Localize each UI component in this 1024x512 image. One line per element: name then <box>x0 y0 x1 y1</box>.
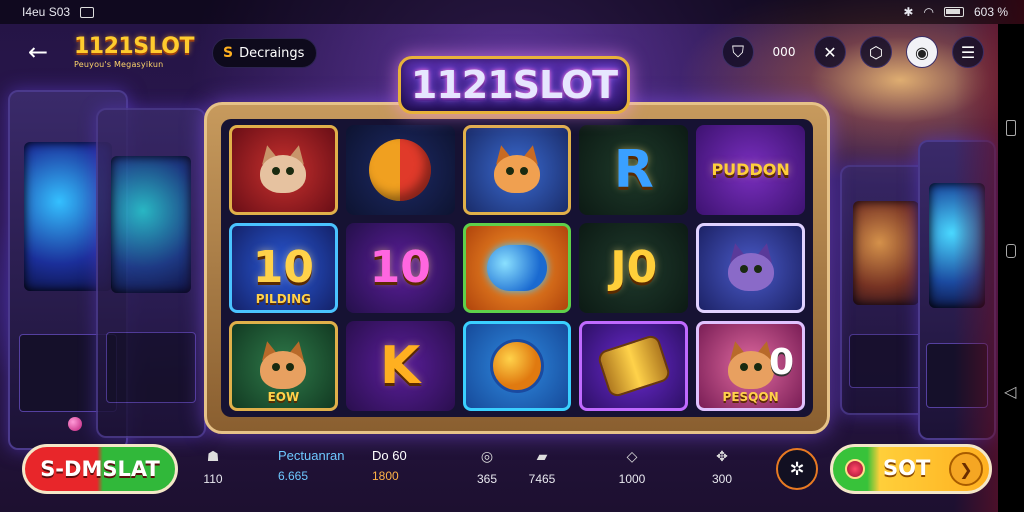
back-triangle-icon[interactable]: ◁ <box>1004 382 1016 401</box>
reels-frame: R PUDDON 10 PILDING 10 J0 EOW K PESQON 0 <box>204 102 830 434</box>
stat-2-label: Pectuanran <box>278 448 345 463</box>
reel-symbol-pudding[interactable]: PUDDON <box>696 125 805 215</box>
reel-symbol-drum[interactable] <box>579 321 689 411</box>
stat-1-icon: ☗ <box>206 448 220 464</box>
bluetooth-icon: ✱ <box>903 5 914 19</box>
stat-3-label: Do 60 <box>372 448 407 463</box>
stat-4-icon: ◎ <box>480 448 494 464</box>
stat-3-value: 1800 <box>372 469 399 483</box>
shield-icon[interactable]: ⛉ <box>722 36 754 68</box>
symbol-text: 10 <box>252 242 315 293</box>
status-left: I4eu S03 <box>22 5 95 19</box>
stat-5-value: 7465 <box>528 472 556 486</box>
stat-4[interactable]: ◎ 365 <box>472 448 502 486</box>
cabinet-panel <box>849 334 923 389</box>
top-bar: ← 1121SLOT Peuyou's Megasyikun S Decrain… <box>0 24 998 80</box>
status-bar: I4eu S03 ✱ ◠ 603 % <box>0 0 1024 24</box>
coin-icon: S <box>223 45 234 61</box>
cabinet-screen <box>852 201 920 305</box>
rocket-icon <box>489 339 544 393</box>
cabinet-screen <box>110 155 192 293</box>
stat-7[interactable]: ✥ 300 <box>704 448 740 486</box>
top-value: 000 <box>772 45 796 59</box>
home-icon[interactable] <box>1006 244 1016 258</box>
play-arrow-icon: ❯ <box>949 452 983 486</box>
cabinet-panel <box>106 331 196 404</box>
stat-4-value: 365 <box>476 472 498 486</box>
stat-7-icon: ✥ <box>716 448 728 464</box>
orb-icon <box>486 245 547 291</box>
cat-icon <box>488 143 546 195</box>
reel-symbol-ten-pink[interactable]: 10 <box>345 223 455 313</box>
stat-1: ☗ 110 <box>198 448 228 486</box>
reel-symbol-cat-scroll[interactable] <box>462 125 572 215</box>
reel-symbol-letter-k[interactable]: K <box>345 321 455 411</box>
stat-1-value: 110 <box>203 472 223 486</box>
status-right: ✱ ◠ 603 % <box>903 5 1008 19</box>
stat-5[interactable]: ▰ 7465 <box>524 448 560 486</box>
cabinet-knob <box>68 417 82 431</box>
stat-2: Pectuanran 6.665 <box>278 448 368 483</box>
stat-6-icon: ◇ <box>626 448 638 464</box>
recent-apps-icon[interactable] <box>1006 120 1016 136</box>
notification-icon <box>80 6 95 18</box>
reel-symbol-pesqon-cat[interactable]: PESQON 0 <box>696 321 805 411</box>
reel-symbol-rocket[interactable] <box>462 321 572 411</box>
battery-icon <box>943 7 964 17</box>
reel-symbol-j-zero[interactable]: J0 <box>579 223 689 313</box>
cat-icon <box>254 143 312 195</box>
back-arrow-icon[interactable]: ← <box>28 38 48 66</box>
reels-grid: R PUDDON 10 PILDING 10 J0 EOW K PESQON 0 <box>221 119 813 417</box>
stat-3: Do 60 1800 <box>372 448 432 483</box>
reel-symbol-blue-orb[interactable] <box>462 223 572 313</box>
stat-6-value: 1000 <box>618 472 646 486</box>
spin-right-label: SOT <box>883 456 931 480</box>
menu-icon[interactable]: ☰ <box>952 36 984 68</box>
brand: 1121SLOT Peuyou's Megasyikun <box>74 34 204 70</box>
symbol-caption: EOW <box>267 390 300 404</box>
symbol-text: J0 <box>610 242 658 293</box>
record-icon[interactable]: ◉ <box>906 36 938 68</box>
close-icon[interactable]: ✕ <box>814 36 846 68</box>
settings-gear-icon[interactable]: ✲ <box>776 448 818 490</box>
gem-icon <box>845 459 865 479</box>
wifi-icon: ◠ <box>923 5 934 19</box>
reel-symbol-cat-with-bow[interactable] <box>229 125 338 215</box>
arcade-cabinet-left-2 <box>96 108 206 438</box>
bottom-bar: S-DMSLAT ☗ 110 Pectuanran 6.665 Do 60 18… <box>0 440 998 504</box>
status-left-text: I4eu S03 <box>22 5 71 19</box>
symbol-caption: PILDING <box>255 292 312 306</box>
reel-symbol-ten-pilding[interactable]: 10 PILDING <box>229 223 338 313</box>
reel-symbol-letter-r[interactable]: R <box>579 125 689 215</box>
cat-icon <box>722 241 780 293</box>
reel-symbol-ball[interactable] <box>345 125 455 215</box>
battery-text: 603 % <box>973 5 1008 19</box>
stat-7-value: 300 <box>711 472 733 486</box>
system-nav-strip: ◁ <box>998 24 1024 512</box>
decraings-button[interactable]: S Decraings <box>212 38 318 68</box>
symbol-caption: PESQON <box>722 390 779 404</box>
top-icons: ⛉ 000 ✕ ⬡ ◉ ☰ <box>722 36 984 68</box>
symbol-text: K <box>380 336 421 396</box>
spin-right-button[interactable]: SOT ❯ <box>830 444 992 494</box>
ball-icon <box>369 139 432 201</box>
drum-icon <box>595 333 672 399</box>
brand-subtitle: Peuyou's Megasyikun <box>74 60 164 69</box>
symbol-extra: 0 <box>768 342 794 383</box>
symbol-text: R <box>613 140 654 200</box>
symbol-text: PUDDON <box>711 160 790 179</box>
stat-2-value: 6.665 <box>278 469 309 483</box>
cat-icon <box>254 339 312 391</box>
badge-icon[interactable]: ⬡ <box>860 36 892 68</box>
decraings-label: Decraings <box>239 45 305 61</box>
reel-symbol-cat-pot[interactable]: EOW <box>229 321 338 411</box>
brand-title: 1121SLOT <box>74 34 195 59</box>
stat-6[interactable]: ◇ 1000 <box>614 448 650 486</box>
symbol-text: 10 <box>369 242 431 293</box>
spin-left-button[interactable]: S-DMSLAT <box>22 444 178 494</box>
stat-5-icon: ▰ <box>536 448 548 464</box>
reel-symbol-purple-cat[interactable] <box>696 223 805 313</box>
